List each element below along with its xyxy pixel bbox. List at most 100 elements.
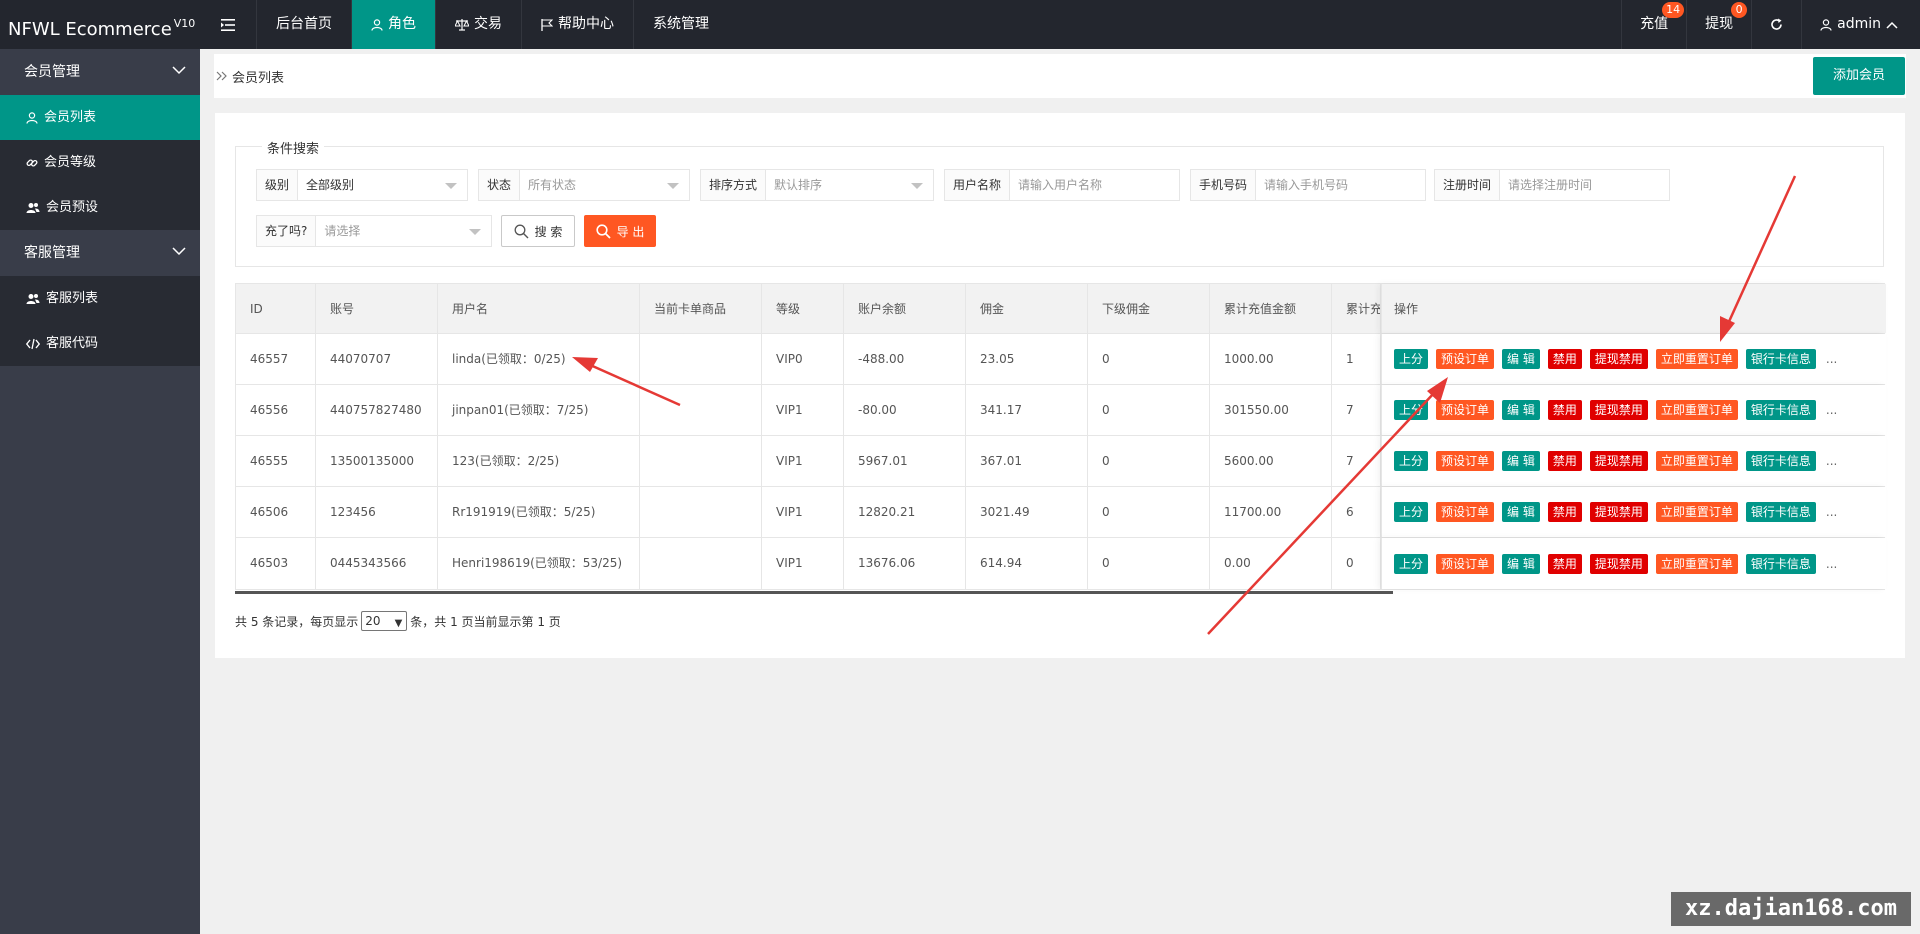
- withdraw-link[interactable]: 提现 0: [1686, 0, 1751, 49]
- row-action-button[interactable]: 禁用: [1547, 553, 1582, 574]
- status-select[interactable]: 状态 所有状态: [478, 169, 690, 201]
- row-action-button[interactable]: 提现禁用: [1589, 400, 1648, 420]
- table-row: 46555 13500135000 123(已领取：2/25) VIP1 5967.01…: [236, 436, 1886, 487]
- row-action-button[interactable]: 银行卡信息: [1745, 553, 1816, 574]
- regtime-field[interactable]: 注册时间 请选择注册时间: [1434, 169, 1670, 201]
- nav-system[interactable]: 系统管理: [633, 0, 728, 49]
- row-action-button[interactable]: 银行卡信息: [1745, 451, 1816, 471]
- row-action-button[interactable]: 提现禁用: [1589, 553, 1648, 574]
- row-action-button[interactable]: 编 辑: [1502, 349, 1540, 369]
- recharged-select[interactable]: 充了吗? 请选择: [256, 215, 492, 247]
- table-cell: Rr191919(已领取：5/25): [438, 487, 640, 537]
- row-action-button[interactable]: 银行卡信息: [1745, 349, 1816, 369]
- row-action-button[interactable]: 编 辑: [1502, 502, 1540, 522]
- sidebar-group-support[interactable]: 客服管理: [0, 230, 200, 276]
- nav-home[interactable]: 后台首页: [256, 0, 351, 49]
- app-logo: NFWL Ecommerce V10: [8, 17, 196, 40]
- sidebar-item-support-code[interactable]: 客服代码: [0, 321, 200, 366]
- table-cell: -80.00: [844, 385, 966, 435]
- page-size-select[interactable]: 20 ▼: [361, 611, 408, 631]
- row-action-button[interactable]: 银行卡信息: [1745, 502, 1816, 522]
- menu-fold-icon: [221, 18, 235, 31]
- user-menu[interactable]: admin: [1801, 0, 1920, 49]
- table-cell: [640, 487, 762, 537]
- row-action-button[interactable]: 编 辑: [1502, 553, 1540, 574]
- table-cell: 0: [1088, 538, 1210, 589]
- sidebar-group-members[interactable]: 会员管理: [0, 49, 200, 95]
- more-actions-button[interactable]: ...: [1826, 557, 1837, 571]
- row-action-button[interactable]: 禁用: [1547, 400, 1582, 420]
- row-action-button[interactable]: 银行卡信息: [1745, 400, 1816, 420]
- nav-role[interactable]: 角色: [351, 0, 435, 49]
- row-actions: 上分 预设订单编 辑禁用 提现禁用 立即重置订单 银行卡信息...: [1381, 487, 1886, 537]
- table-cell: 1: [1332, 334, 1381, 384]
- row-action-button[interactable]: 编 辑: [1502, 400, 1540, 420]
- table-cell: 46503: [236, 538, 316, 589]
- sidebar-item-member-list[interactable]: 会员列表: [0, 95, 200, 140]
- sidebar-toggle-button[interactable]: [200, 0, 256, 49]
- username-field[interactable]: 用户名称 请输入用户名称: [944, 169, 1180, 201]
- table-cell: 13500135000: [316, 436, 438, 486]
- column-header: 累计充值: [1332, 284, 1381, 333]
- row-action-button[interactable]: 上分: [1394, 553, 1429, 574]
- row-action-button[interactable]: 立即重置订单: [1655, 502, 1738, 522]
- more-actions-button[interactable]: ...: [1826, 454, 1837, 468]
- search-fieldset: 条件搜索 级别 全部级别 状态 所有状态 排序方式 默认排序 用户名称 请输入用…: [235, 138, 1884, 267]
- table-cell: 614.94: [966, 538, 1088, 589]
- sidebar-item-support-list[interactable]: 客服列表: [0, 276, 200, 321]
- more-actions-button[interactable]: ...: [1826, 352, 1837, 366]
- row-action-button[interactable]: 立即重置订单: [1655, 451, 1738, 471]
- table-row: 46556 440757827480 jinpan01(已领取：7/25) VIP1-…: [236, 385, 1886, 436]
- row-action-button[interactable]: 上分: [1394, 349, 1429, 369]
- row-actions: 上分 预设订单编 辑禁用 提现禁用 立即重置订单 银行卡信息...: [1381, 538, 1886, 589]
- row-action-button[interactable]: 立即重置订单: [1655, 400, 1738, 420]
- more-actions-button[interactable]: ...: [1826, 403, 1837, 417]
- nav-help[interactable]: 帮助中心: [521, 0, 633, 49]
- refresh-button[interactable]: [1751, 0, 1801, 49]
- row-action-button[interactable]: 上分: [1394, 400, 1429, 420]
- caret-down-icon: [911, 183, 923, 189]
- row-action-button[interactable]: 上分: [1394, 451, 1429, 471]
- sidebar-item-member-preset[interactable]: 会员预设: [0, 185, 200, 230]
- table-cell: 0: [1088, 334, 1210, 384]
- add-member-button[interactable]: 添加会员: [1813, 57, 1905, 95]
- row-action-button[interactable]: 提现禁用: [1589, 451, 1648, 471]
- table-cell: 440757827480: [316, 385, 438, 435]
- table-cell: 123(已领取：2/25): [438, 436, 640, 486]
- table-cell: 0.00: [1210, 538, 1332, 589]
- table-header-row: ID账号用户名当前卡单商品等级账户余额佣金下级佣金累计充值金额累计充值操作: [236, 284, 1886, 334]
- member-table: ID账号用户名当前卡单商品等级账户余额佣金下级佣金累计充值金额累计充值操作 46…: [235, 283, 1886, 590]
- sidebar-item-member-level[interactable]: 会员等级: [0, 140, 200, 185]
- phone-field[interactable]: 手机号码 请输入手机号码: [1190, 169, 1426, 201]
- row-action-button[interactable]: 提现禁用: [1589, 502, 1648, 522]
- export-button[interactable]: 导 出: [584, 215, 656, 247]
- row-action-button[interactable]: 禁用: [1547, 502, 1582, 522]
- nav-trade[interactable]: 交易: [435, 0, 521, 49]
- search-button[interactable]: 搜 索: [501, 215, 575, 247]
- row-action-button[interactable]: 禁用: [1547, 349, 1582, 369]
- row-action-button[interactable]: 预设订单: [1436, 553, 1495, 574]
- breadcrumb-current[interactable]: 会员列表: [232, 67, 284, 86]
- row-action-button[interactable]: 立即重置订单: [1655, 553, 1738, 574]
- table-cell: 123456: [316, 487, 438, 537]
- table-cell: 0: [1332, 538, 1381, 589]
- table-cell: 341.17: [966, 385, 1088, 435]
- user-icon: [371, 18, 383, 31]
- more-actions-button[interactable]: ...: [1826, 505, 1837, 519]
- row-action-button[interactable]: 提现禁用: [1589, 349, 1648, 369]
- row-action-button[interactable]: 禁用: [1547, 451, 1582, 471]
- row-action-button[interactable]: 预设订单: [1436, 451, 1495, 471]
- recharge-link[interactable]: 充值 14: [1621, 0, 1686, 49]
- sort-select[interactable]: 排序方式 默认排序: [700, 169, 934, 201]
- table-cell: 46556: [236, 385, 316, 435]
- flag-icon: [541, 18, 553, 31]
- table-cell: 0: [1088, 385, 1210, 435]
- row-action-button[interactable]: 编 辑: [1502, 451, 1540, 471]
- row-action-button[interactable]: 上分: [1394, 502, 1429, 522]
- row-action-button[interactable]: 预设订单: [1436, 400, 1495, 420]
- horizontal-scrollbar[interactable]: [235, 591, 1393, 594]
- row-action-button[interactable]: 预设订单: [1436, 502, 1495, 522]
- row-action-button[interactable]: 立即重置订单: [1655, 349, 1738, 369]
- row-action-button[interactable]: 预设订单: [1436, 349, 1495, 369]
- level-select[interactable]: 级别 全部级别: [256, 169, 468, 201]
